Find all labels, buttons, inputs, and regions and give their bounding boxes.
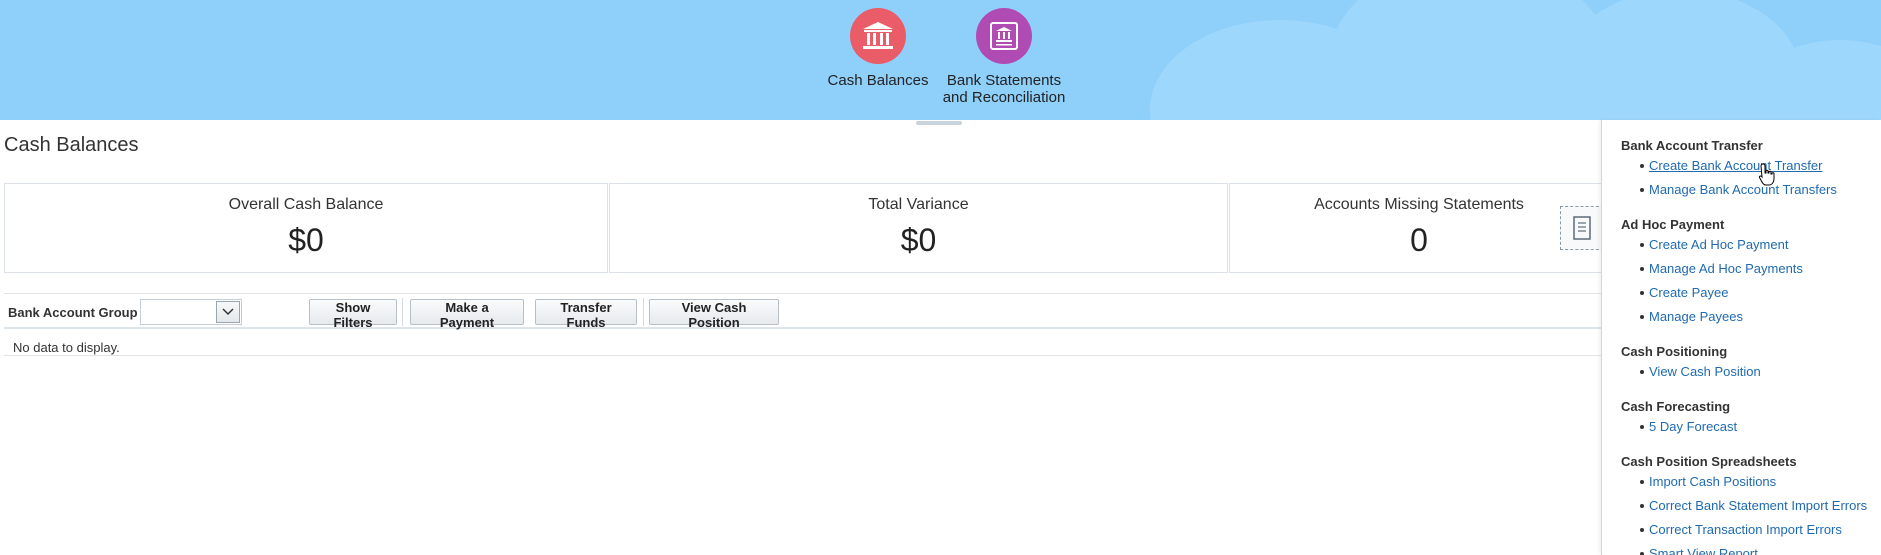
task-group-bank-account-transfer: Bank Account Transfer Create Bank Accoun… — [1621, 138, 1881, 205]
task-group-title: Cash Forecasting — [1621, 399, 1731, 414]
table-divider — [4, 355, 1604, 356]
task-link-smart-view-report[interactable]: Smart View Report — [1621, 545, 1881, 555]
app-tile-bank-statements[interactable]: Bank Statements and Reconciliation — [940, 8, 1068, 106]
header-banner: Cash Balances Bank Statements and Reconc… — [0, 0, 1881, 120]
task-link-import-cash-positions[interactable]: Import Cash Positions — [1621, 473, 1881, 497]
task-link-manage-payees[interactable]: Manage Payees — [1621, 308, 1881, 332]
toolbar-divider — [402, 298, 403, 326]
accounts-missing-statements-tile[interactable]: Accounts Missing Statements 0 — [1229, 183, 1609, 273]
task-group-title: Bank Account Transfer — [1621, 138, 1763, 153]
task-group-ad-hoc-payment: Ad Hoc Payment Create Ad Hoc Payment Man… — [1621, 217, 1881, 332]
make-a-payment-button[interactable]: Make a Payment — [410, 299, 524, 330]
app-tile-label-line2: and Reconciliation — [942, 89, 1066, 106]
task-link-correct-transaction-import-errors[interactable]: Correct Transaction Import Errors — [1621, 521, 1881, 545]
task-link-manage-bank-account-transfers[interactable]: Manage Bank Account Transfers — [1621, 181, 1881, 205]
bank-account-group-select[interactable] — [140, 299, 242, 325]
total-variance-tile[interactable]: Total Variance $0 — [609, 183, 1228, 273]
task-link-manage-ad-hoc-payments[interactable]: Manage Ad Hoc Payments — [1621, 260, 1881, 284]
task-link-create-payee[interactable]: Create Payee — [1621, 284, 1881, 308]
task-group-cash-positioning: Cash Positioning View Cash Position — [1621, 344, 1881, 387]
task-link-create-ad-hoc-payment[interactable]: Create Ad Hoc Payment — [1621, 236, 1881, 260]
task-link-create-bank-account-transfer[interactable]: Create Bank Account Transfer — [1621, 157, 1881, 181]
app-tile-label: Cash Balances — [827, 72, 929, 89]
page-title: Cash Balances — [4, 134, 139, 156]
bank-icon — [850, 8, 906, 64]
transfer-funds-button[interactable]: Transfer Funds — [535, 299, 637, 330]
toolbar-divider — [643, 298, 644, 326]
view-cash-position-button[interactable]: View Cash Position — [649, 299, 779, 330]
empty-table-message: No data to display. — [13, 340, 120, 355]
collapse-handle[interactable] — [916, 121, 962, 125]
hand-pointer-icon — [1758, 163, 1775, 186]
task-group-title: Cash Position Spreadsheets — [1621, 454, 1797, 469]
chevron-down-icon[interactable] — [216, 301, 240, 323]
tile-label: Overall Cash Balance — [228, 196, 384, 213]
task-group-cash-position-spreadsheets: Cash Position Spreadsheets Import Cash P… — [1621, 454, 1881, 555]
tile-value: 0 — [1410, 222, 1428, 258]
app-tile-cash-balances[interactable]: Cash Balances — [826, 8, 930, 89]
tile-value: $0 — [288, 222, 324, 258]
show-filters-button[interactable]: Show Filters — [309, 299, 397, 330]
task-group-cash-forecasting: Cash Forecasting 5 Day Forecast — [1621, 399, 1881, 442]
overall-cash-balance-tile[interactable]: Overall Cash Balance $0 — [4, 183, 608, 273]
tile-label: Accounts Missing Statements — [1314, 196, 1524, 213]
task-link-view-cash-position[interactable]: View Cash Position — [1621, 363, 1881, 387]
tile-label: Total Variance — [868, 196, 969, 213]
task-link-correct-bank-statement-import-errors[interactable]: Correct Bank Statement Import Errors — [1621, 497, 1881, 521]
tile-value: $0 — [900, 222, 937, 258]
task-link-5-day-forecast[interactable]: 5 Day Forecast — [1621, 418, 1881, 442]
bank-account-group-label: Bank Account Group — [8, 305, 138, 320]
results-toolbar: Bank Account Group Show Filters Make a P… — [4, 293, 1604, 330]
app-tile-label-line1: Bank Statements — [946, 72, 1062, 89]
document-icon[interactable] — [1560, 206, 1604, 250]
bank-statement-icon — [976, 8, 1032, 64]
tasks-panel: Bank Account Transfer Create Bank Accoun… — [1601, 120, 1881, 555]
task-group-title: Cash Positioning — [1621, 344, 1728, 359]
task-group-title: Ad Hoc Payment — [1621, 217, 1725, 232]
